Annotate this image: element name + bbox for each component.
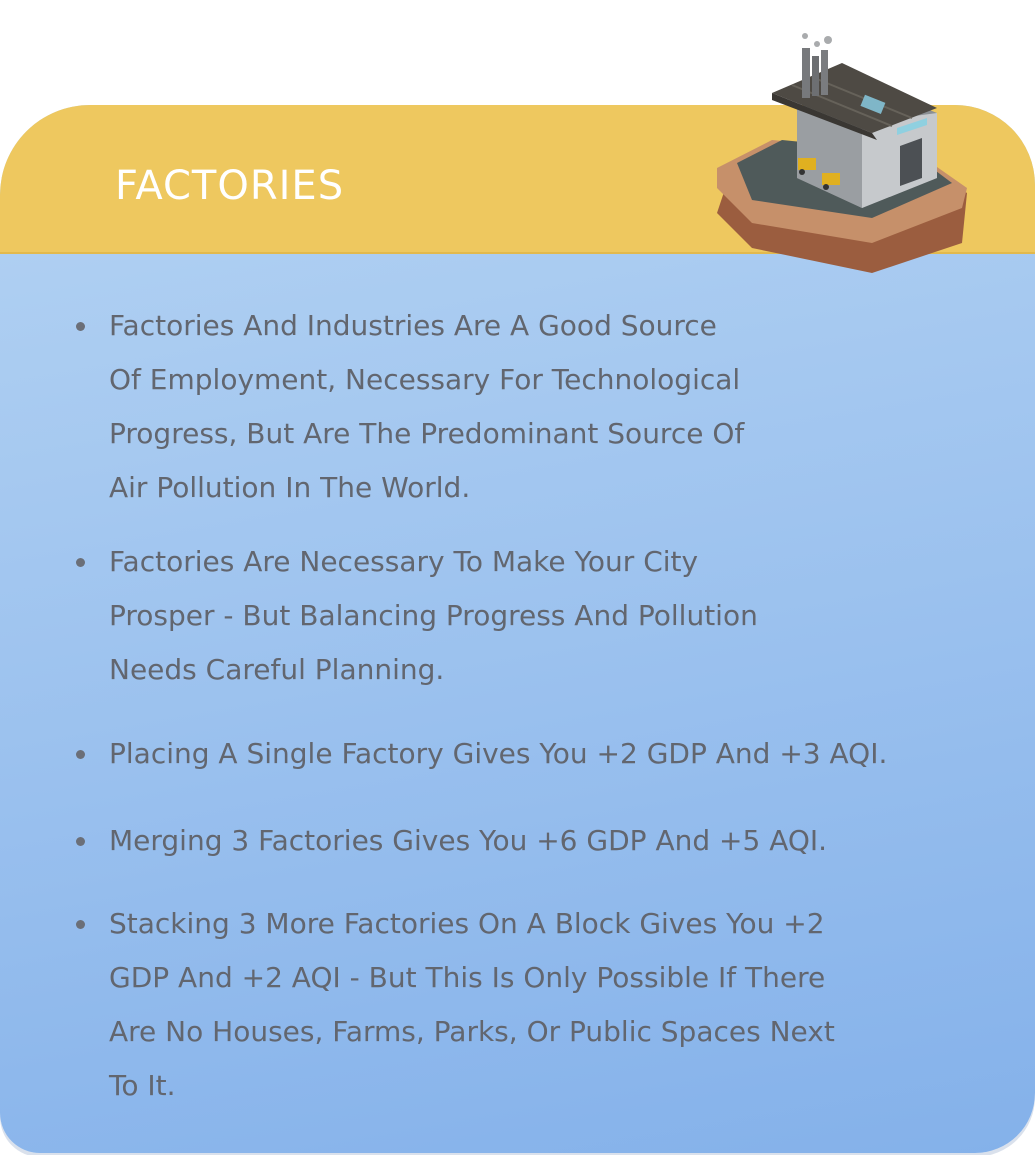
bullet-point-icon bbox=[76, 920, 85, 929]
bullet-text: Factories And Industries Are A Good Sour… bbox=[109, 309, 745, 504]
bullet-text: Placing A Single Factory Gives You +2 GD… bbox=[109, 737, 888, 770]
bullet-text: Stacking 3 More Factories On A Block Giv… bbox=[109, 907, 835, 1102]
bullet-point-icon bbox=[76, 322, 85, 331]
bullet-point-icon bbox=[76, 750, 85, 759]
bullet-text: Merging 3 Factories Gives You +6 GDP And… bbox=[109, 824, 828, 857]
bullet-point-icon bbox=[76, 558, 85, 567]
bullet-point-icon bbox=[76, 837, 85, 846]
factory-icon bbox=[712, 28, 977, 278]
bullet-text: Factories Are Necessary To Make Your Cit… bbox=[109, 545, 758, 686]
card-title: FACTORIES bbox=[115, 163, 345, 209]
